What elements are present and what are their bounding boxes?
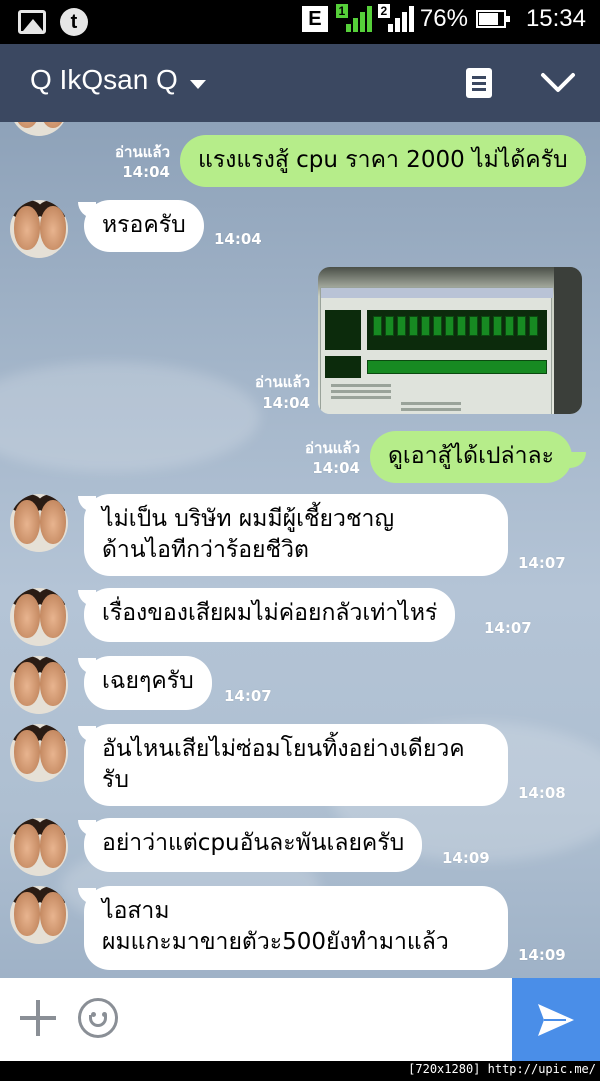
message-text: เฉยๆครับ (102, 668, 194, 694)
message-time: 14:04 (214, 230, 262, 248)
message-bubble[interactable]: ไอสาม ผมแกะมาขายตัวะ500ยังทำมาแล้ว (84, 886, 508, 970)
battery-percent: 76% (419, 5, 468, 32)
message-bubble[interactable]: ไม่เป็น บริษัท ผมมีผู้เชี้ยวชาญ ด้านไอที… (84, 494, 508, 576)
message-text: ดูเอาสู้ได้เปล่าละ (388, 443, 554, 469)
signal-icon: 2 (377, 4, 414, 34)
avatar[interactable] (10, 494, 68, 552)
message-input-bar (0, 978, 600, 1061)
avatar[interactable] (10, 818, 68, 876)
message-bubble[interactable]: อย่าว่าแต่cpuอันละพันเลยครับ (84, 818, 423, 872)
message-bubble[interactable]: เรื่องของเสียผมไม่ค่อยกลัวเท่าไหร่ (84, 588, 456, 642)
message-text-line: ด้านไอทีกว่าร้อยชีวิต (102, 537, 309, 563)
avatar[interactable] (10, 886, 68, 944)
plus-icon[interactable] (20, 1000, 56, 1036)
avatar[interactable] (10, 656, 68, 714)
send-button[interactable] (512, 978, 600, 1061)
avatar[interactable] (10, 122, 68, 136)
message-bubble[interactable]: เฉยๆครับ (84, 656, 212, 710)
avatar[interactable] (10, 588, 68, 646)
status-time: 15:34 (525, 5, 586, 32)
message-time: 14:09 (442, 849, 490, 867)
notification-icons: t (18, 8, 88, 36)
message-time: 14:07 (518, 554, 566, 572)
avatar[interactable] (10, 200, 68, 258)
message-text: แรงแรงสู้ cpu ราคา 2000 ไม่ได้ครับ (198, 147, 568, 173)
read-receipt: อ่านแล้ว (255, 373, 310, 391)
message-time: 14:04 (262, 394, 310, 412)
chat-area[interactable]: อ่านแล้ว 14:04 แรงแรงสู้ cpu ราคา 2000 ไ… (0, 122, 600, 978)
message-text: เรื่องของเสียผมไม่ค่อยกลัวเท่าไหร่ (102, 600, 438, 626)
message-bubble[interactable]: หรอครับ (84, 200, 204, 252)
message-time: 14:04 (312, 459, 360, 477)
message-bubble[interactable]: ดูเอาสู้ได้เปล่าละ (370, 431, 572, 483)
system-icons: E 1 2 76% 15:34 (301, 4, 586, 34)
send-icon (538, 1004, 574, 1036)
sim1-label: 1 (335, 4, 348, 18)
chevron-down-icon[interactable] (540, 70, 576, 96)
dropdown-caret-icon[interactable] (190, 80, 206, 89)
battery-icon (475, 10, 510, 28)
chat-title[interactable]: Q IkQsan Q (30, 64, 178, 96)
image-icon (18, 10, 46, 34)
emoji-icon[interactable] (78, 998, 118, 1038)
avatar[interactable] (10, 724, 68, 782)
read-receipt: อ่านแล้ว (115, 143, 170, 161)
message-text: อย่าว่าแต่cpuอันละพันเลยครับ (102, 830, 405, 856)
message-bubble[interactable]: แรงแรงสู้ cpu ราคา 2000 ไม่ได้ครับ (180, 135, 586, 187)
message-text-line: ไม่เป็น บริษัท ผมมีผู้เชี้ยวชาญ (102, 506, 395, 532)
message-text-line: ผมแกะมาขายตัวะ500ยังทำมาแล้ว (102, 929, 449, 955)
t-app-icon: t (60, 8, 88, 36)
sim2-label: 2 (377, 4, 390, 18)
message-text-line: อันไหนเสียไม่ซ่อมโยนทิ้งอย่างเดียวค (102, 736, 465, 762)
image-message[interactable] (318, 267, 582, 414)
watermark: [720x1280] http://upic.me/ (408, 1062, 596, 1076)
message-text-line: ไอสาม (102, 898, 170, 924)
message-text-line: รับ (102, 767, 129, 793)
message-time: 14:09 (518, 946, 566, 964)
read-receipt: อ่านแล้ว (305, 439, 360, 457)
status-bar: t E 1 2 76% 15:34 (0, 0, 600, 44)
message-time: 14:08 (518, 784, 566, 802)
network-type-label: E (301, 6, 328, 32)
message-text: หรอครับ (102, 212, 186, 238)
signal-icon: 1 (335, 4, 372, 34)
message-time: 14:04 (122, 163, 170, 181)
note-icon[interactable] (466, 68, 492, 98)
message-time: 14:07 (224, 687, 272, 705)
message-bubble[interactable]: อันไหนเสียไม่ซ่อมโยนทิ้งอย่างเดียวค รับ (84, 724, 508, 806)
message-time: 14:07 (484, 619, 532, 637)
chat-header: Q IkQsan Q (0, 44, 600, 122)
